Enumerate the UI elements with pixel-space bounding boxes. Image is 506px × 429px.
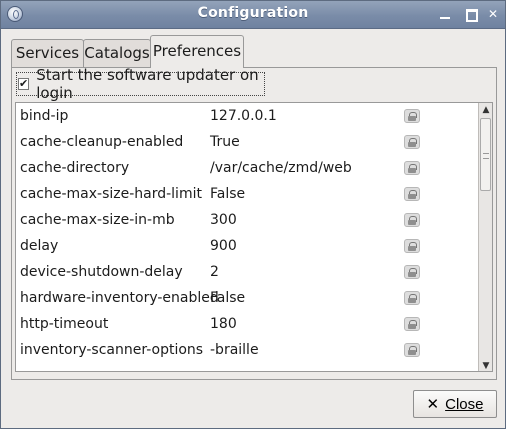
scroll-down-icon[interactable]: ▼ [479, 359, 492, 371]
preference-value[interactable]: False [210, 186, 395, 202]
vertical-scrollbar[interactable]: ▲ ▼ [478, 103, 492, 371]
lock-icon[interactable] [404, 342, 420, 358]
list-item[interactable]: device-shutdown-delay 2 [16, 259, 482, 285]
preferences-rows: bind-ip 127.0.0.1 cache-cleanup-enabled Tr… [16, 103, 482, 363]
preference-key: cache-cleanup-enabled [20, 134, 184, 150]
scroll-up-icon[interactable]: ▲ [479, 103, 492, 117]
list-item[interactable]: cache-cleanup-enabled True [16, 129, 482, 155]
preference-key: http-timeout [20, 316, 109, 332]
preference-value[interactable]: 900 [210, 238, 395, 254]
scrollbar-thumb[interactable] [480, 118, 491, 191]
preference-value[interactable]: True [210, 134, 395, 150]
preference-key: bind-ip [20, 108, 69, 124]
start-updater-checkbox-row[interactable]: ✔ Start the software updater on login [16, 66, 265, 102]
minimize-icon[interactable] [438, 7, 452, 21]
preference-value[interactable]: 2 [210, 264, 395, 280]
preference-key: hardware-inventory-enabled [20, 290, 219, 306]
lock-icon[interactable] [404, 238, 420, 254]
lock-icon[interactable] [404, 108, 420, 124]
preference-key: cache-max-size-in-mb [20, 212, 175, 228]
maximize-icon[interactable] [464, 7, 478, 22]
list-item[interactable]: cache-directory/var/cache/zmd/web [16, 155, 482, 181]
list-item[interactable]: cache-max-size-hard-limit False [16, 181, 482, 207]
title-bar[interactable]: Configuration ✕ [1, 1, 505, 29]
preference-key: cache-directory [20, 160, 130, 176]
start-updater-checkbox[interactable]: ✔ [18, 78, 30, 90]
preference-value[interactable]: 127.0.0.1 [210, 108, 395, 124]
preference-value[interactable]: -braille [210, 342, 395, 358]
preference-value[interactable]: 300 [210, 212, 395, 228]
start-updater-label: Start the software updater on login [36, 66, 259, 102]
tab-preferences[interactable]: Preferences [150, 35, 244, 68]
preference-key: delay [20, 238, 59, 254]
close-icon: ✕ [426, 395, 440, 413]
preference-key: cache-max-size-hard-limit [20, 186, 202, 202]
preference-value[interactable]: 180 [210, 316, 395, 332]
preference-key: inventory-scanner-options [20, 342, 204, 358]
lock-icon[interactable] [404, 290, 420, 306]
list-item[interactable]: bind-ip 127.0.0.1 [16, 103, 482, 129]
preference-value[interactable]: False [210, 290, 395, 306]
close-window-icon[interactable]: ✕ [486, 7, 500, 21]
configuration-window: Configuration ✕ Services Catalogs Prefer… [0, 0, 506, 429]
lock-icon[interactable] [404, 212, 420, 228]
preference-value[interactable]: /var/cache/zmd/web [210, 160, 395, 176]
list-item[interactable]: hardware-inventory-enabled False [16, 285, 482, 311]
lock-icon[interactable] [404, 316, 420, 332]
list-item[interactable]: http-timeout 180 [16, 311, 482, 337]
close-button[interactable]: ✕ Close [413, 390, 497, 418]
window-title: Configuration [197, 5, 309, 21]
lock-icon[interactable] [404, 186, 420, 202]
lock-icon[interactable] [404, 134, 420, 150]
list-item[interactable]: cache-max-size-in-mb 300 [16, 207, 482, 233]
preferences-list[interactable]: bind-ip 127.0.0.1 cache-cleanup-enabled Tr… [15, 102, 493, 372]
preferences-panel: ✔ Start the software updater on login bi… [11, 66, 497, 380]
tab-catalogs[interactable]: Catalogs [83, 39, 151, 67]
list-item[interactable]: delay 900 [16, 233, 482, 259]
close-button-label: Close [445, 395, 484, 413]
lock-icon[interactable] [404, 264, 420, 280]
lock-icon[interactable] [404, 160, 420, 176]
preference-key: device-shutdown-delay [20, 264, 183, 280]
tab-services[interactable]: Services [11, 39, 84, 67]
list-item[interactable]: inventory-scanner-options -braille [16, 337, 482, 363]
